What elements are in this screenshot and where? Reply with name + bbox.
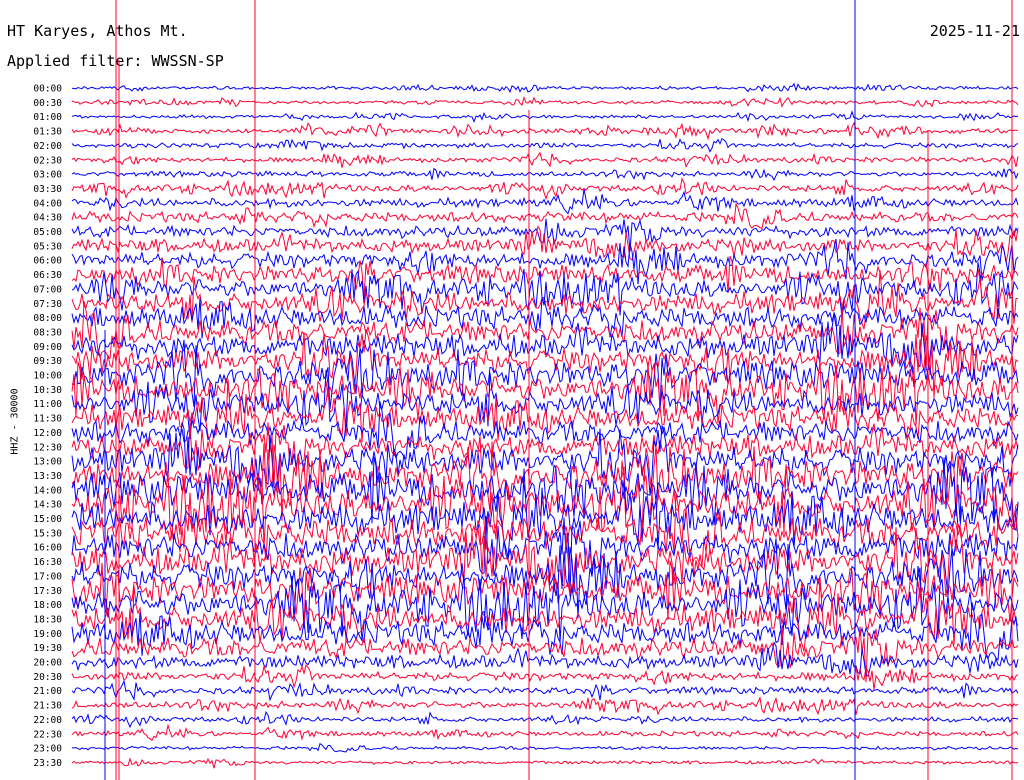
trace-0130: [71, 121, 1019, 141]
time-tick-label: 06:30: [33, 270, 62, 281]
time-tick-label: 05:30: [33, 241, 62, 252]
time-tick-label: 20:30: [33, 672, 62, 683]
time-tick-label: 10:30: [33, 385, 62, 396]
trace-2000: [71, 641, 1019, 677]
trace-0100: [71, 110, 1019, 123]
time-tick-label: 20:00: [33, 658, 62, 669]
time-tick-label: 15:00: [33, 514, 62, 525]
time-tick-label: 21:30: [33, 701, 62, 712]
trace-0800: [71, 297, 1019, 339]
time-tick-label: 12:00: [33, 428, 62, 439]
time-tick-label: 04:00: [33, 198, 62, 209]
time-tick-label: 11:30: [33, 414, 62, 425]
time-tick-label: 19:00: [33, 629, 62, 640]
trace-0400: [71, 188, 1019, 215]
time-tick-label: 14:00: [33, 485, 62, 496]
time-tick-label: 07:30: [33, 299, 62, 310]
time-tick-label: 03:30: [33, 184, 62, 195]
time-tick-label: 13:00: [33, 457, 62, 468]
time-tick-label: 01:00: [33, 112, 62, 123]
trace-2100: [71, 679, 1019, 702]
time-tick-label: 19:30: [33, 643, 62, 654]
seismogram-plot: 00:00 00:30 01:00 01:30 02:00 02:30 03:00 03:30…: [33, 0, 1019, 780]
time-tick-label: 23:00: [33, 744, 62, 755]
time-tick-label: 02:00: [33, 141, 62, 152]
time-tick-label: 17:00: [33, 571, 62, 582]
trace-0200: [71, 137, 1019, 153]
time-tick-label: 08:30: [33, 327, 62, 338]
time-tick-label: 16:30: [33, 557, 62, 568]
trace-0000: [71, 82, 1019, 94]
trace-0030: [71, 96, 1019, 108]
time-tick-label: 00:00: [33, 84, 62, 95]
time-tick-label: 23:30: [33, 758, 62, 769]
time-tick-label: 03:00: [33, 170, 62, 181]
trace-0330: [71, 177, 1019, 201]
time-tick-label: 00:30: [33, 98, 62, 109]
time-tick-label: 11:00: [33, 399, 62, 410]
trace-0300: [71, 167, 1019, 182]
time-tick-label: 07:00: [33, 284, 62, 295]
trace-2130: [71, 696, 1019, 716]
trace-1930: [71, 625, 1019, 683]
trace-2230: [71, 723, 1019, 741]
time-tick-label: 09:00: [33, 342, 62, 353]
time-tick-label: 05:00: [33, 227, 62, 238]
time-tick-label: 22:30: [33, 729, 62, 740]
time-tick-label: 06:00: [33, 256, 62, 267]
trace-0230: [71, 151, 1019, 168]
time-tick-label: 10:00: [33, 371, 62, 382]
trace-2200: [71, 710, 1019, 729]
trace-2330: [71, 757, 1019, 769]
time-tick-label: 21:00: [33, 686, 62, 697]
time-tick-label: 18:30: [33, 614, 62, 625]
time-tick-label: 16:00: [33, 543, 62, 554]
time-tick-label: 08:00: [33, 313, 62, 324]
time-tick-label: 01:30: [33, 127, 62, 138]
time-tick-label: 04:30: [33, 213, 62, 224]
trace-2030: [71, 664, 1019, 690]
time-tick-label: 12:30: [33, 442, 62, 453]
time-tick-label: 17:30: [33, 586, 62, 597]
time-tick-label: 15:30: [33, 528, 62, 539]
time-tick-label: 14:30: [33, 500, 62, 511]
trace-1000: [71, 339, 1019, 411]
time-tick-label: 13:30: [33, 471, 62, 482]
time-tick-label: 22:00: [33, 715, 62, 726]
time-tick-label: 02:30: [33, 155, 62, 166]
time-tick-label: 09:30: [33, 356, 62, 367]
trace-0730: [71, 269, 1019, 330]
trace-2300: [71, 742, 1019, 753]
time-tick-label: 18:00: [33, 600, 62, 611]
